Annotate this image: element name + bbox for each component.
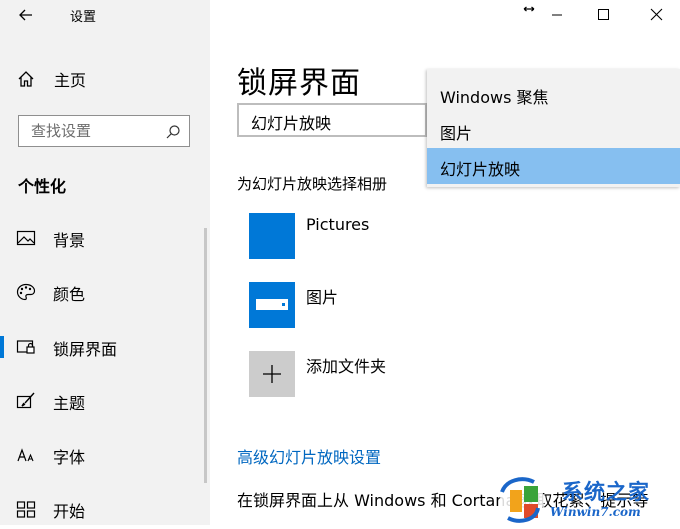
sidebar-item-label: 开始 [53, 502, 86, 521]
sidebar-item-home-label: 主页 [54, 71, 87, 90]
picture-icon [16, 230, 36, 246]
album-item-pictures[interactable]: Pictures [249, 213, 549, 259]
sidebar-item-label: 颜色 [53, 285, 86, 304]
folder-tile-icon [249, 213, 295, 259]
dropdown-option-windows-spotlight[interactable]: Windows 聚焦 [427, 76, 680, 112]
background-dropdown-menu: Windows 聚焦 图片 幻灯片放映 [427, 69, 680, 187]
sidebar: 设置 主页 个性化 背景 颜色 [0, 0, 210, 525]
close-icon[interactable] [634, 0, 680, 30]
album-label: Pictures [306, 215, 370, 234]
watermark-brand: 系统之家 [562, 480, 650, 504]
background-select[interactable]: 幻灯片放映 [237, 103, 427, 137]
album-label: 图片 [306, 288, 339, 307]
watermark-url: Winwin7.com [550, 505, 641, 519]
maximize-icon[interactable] [580, 0, 626, 30]
add-folder-button[interactable]: 添加文件夹 [249, 351, 549, 397]
palette-icon [16, 283, 36, 301]
search-input[interactable] [19, 116, 171, 146]
sidebar-item-home[interactable]: 主页 [16, 66, 86, 92]
minimize-icon[interactable] [534, 0, 580, 30]
album-heading: 为幻灯片放映选择相册 [237, 175, 388, 193]
lock-screen-icon [16, 340, 35, 354]
sidebar-item-fonts[interactable]: 字体 [0, 437, 205, 473]
advanced-slideshow-settings-link[interactable]: 高级幻灯片放映设置 [237, 444, 381, 468]
background-select-value: 幻灯片放映 [251, 114, 332, 133]
sidebar-item-label: 锁屏界面 [53, 340, 118, 359]
sidebar-item-start[interactable]: 开始 [0, 491, 205, 527]
album-item-images[interactable]: 图片 [249, 282, 549, 328]
watermark-logo: 系统之家 Winwin7.com [492, 472, 680, 525]
arrow-left-icon[interactable] [16, 5, 36, 25]
window-title: 设置 [70, 10, 97, 25]
dropdown-option-label: 幻灯片放映 [440, 160, 521, 179]
page-title: 锁屏界面 [237, 66, 361, 101]
search-box[interactable] [18, 115, 190, 147]
sidebar-item-label: 主题 [53, 394, 86, 413]
plus-icon [263, 365, 281, 383]
album-label: 添加文件夹 [306, 357, 387, 376]
dropdown-option-slideshow[interactable]: 幻灯片放映 [427, 148, 680, 184]
dropdown-option-picture[interactable]: 图片 [427, 112, 680, 148]
dropdown-option-label: 图片 [440, 124, 473, 143]
sidebar-scrollbar[interactable] [204, 228, 207, 483]
add-tile [249, 351, 295, 397]
brush-icon [16, 392, 35, 409]
sidebar-item-lock-screen[interactable]: 锁屏界面 [0, 329, 205, 365]
drive-tile-icon [249, 282, 295, 328]
sidebar-item-background[interactable]: 背景 [0, 220, 205, 256]
selection-indicator [0, 336, 4, 358]
dropdown-option-label: Windows 聚焦 [440, 88, 549, 107]
search-icon[interactable] [165, 124, 181, 140]
start-icon [16, 501, 36, 518]
section-title-personalization: 个性化 [18, 177, 67, 196]
sidebar-item-label: 背景 [53, 231, 86, 250]
home-icon [18, 71, 34, 87]
font-icon [17, 448, 34, 462]
watermark-emblem-icon [500, 477, 544, 523]
sidebar-item-themes[interactable]: 主题 [0, 383, 205, 419]
drive-icon [256, 299, 288, 310]
sidebar-item-label: 字体 [53, 448, 86, 467]
sidebar-item-colors[interactable]: 颜色 [0, 274, 205, 310]
